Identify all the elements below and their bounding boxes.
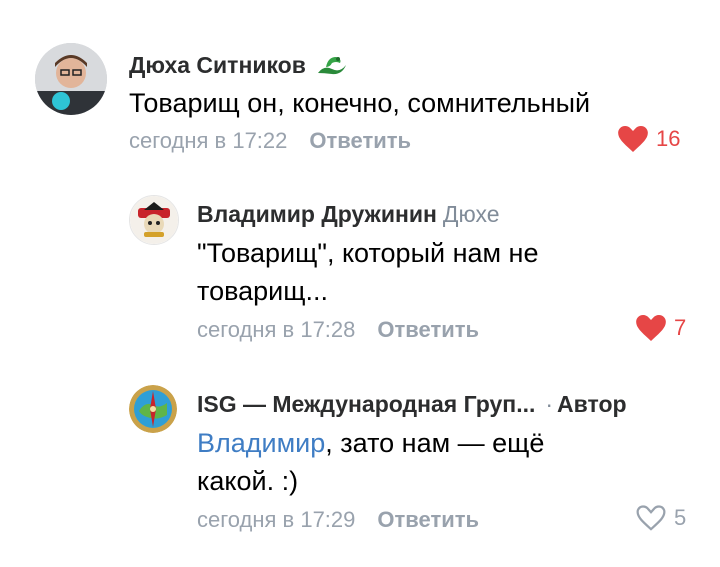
like-button[interactable]: 5 bbox=[636, 505, 686, 531]
text-rest: , зато нам — ещё bbox=[325, 428, 545, 458]
like-button[interactable]: 16 bbox=[618, 126, 680, 152]
comment-author: ISG — Международная Груп... · Автор bbox=[197, 391, 627, 418]
reply-button[interactable]: Ответить bbox=[377, 507, 479, 532]
text-line: "Товарищ", который нам не bbox=[197, 238, 539, 268]
author-name[interactable]: ISG — Международная Груп... bbox=[197, 391, 535, 417]
comment-meta: сегодня в 17:29 Ответить bbox=[197, 507, 479, 533]
author-badge: Автор bbox=[557, 391, 627, 417]
like-count: 7 bbox=[674, 315, 687, 340]
comment-text: Товарищ он, конечно, сомнительный bbox=[129, 88, 591, 118]
comment-text: "Товарищ", который нам не товарищ... bbox=[197, 234, 538, 310]
pirate-logo-icon bbox=[130, 196, 178, 244]
comment-text: Владимир, зато нам — ещё какой. :) bbox=[197, 424, 544, 500]
reply-to[interactable]: Дюхе bbox=[443, 201, 500, 227]
comment-meta: сегодня в 17:22 Ответить bbox=[129, 128, 411, 154]
mention-link[interactable]: Владимир bbox=[197, 428, 325, 458]
comment-time[interactable]: сегодня в 17:29 bbox=[197, 507, 355, 532]
heart-filled-icon bbox=[636, 315, 666, 341]
author-name[interactable]: Владимир Дружинин bbox=[197, 201, 437, 227]
comment-author[interactable]: Дюха Ситников bbox=[129, 51, 350, 79]
avatar[interactable] bbox=[129, 195, 179, 245]
reply-button[interactable]: Ответить bbox=[377, 317, 479, 342]
like-count: 5 bbox=[674, 505, 687, 530]
comment-author: Владимир Дружинин Дюхе bbox=[197, 201, 500, 228]
heart-filled-icon bbox=[618, 126, 648, 152]
like-button[interactable]: 7 bbox=[636, 315, 686, 341]
compass-logo-icon bbox=[129, 385, 177, 433]
reply-button[interactable]: Ответить bbox=[309, 128, 411, 153]
comment-meta: сегодня в 17:28 Ответить bbox=[197, 317, 479, 343]
avatar[interactable] bbox=[35, 43, 107, 115]
author-name[interactable]: Дюха Ситников bbox=[129, 52, 306, 78]
comment-time[interactable]: сегодня в 17:22 bbox=[129, 128, 287, 153]
separator-dot: · bbox=[545, 391, 554, 417]
text-line: товарищ... bbox=[197, 276, 328, 306]
dragon-badge-icon bbox=[318, 57, 347, 75]
user-photo-icon bbox=[35, 43, 107, 115]
comment-time[interactable]: сегодня в 17:28 bbox=[197, 317, 355, 342]
like-count: 16 bbox=[656, 126, 681, 151]
text-line: Владимир, зато нам — ещё bbox=[197, 424, 544, 462]
avatar[interactable] bbox=[129, 385, 177, 433]
text-line: какой. :) bbox=[197, 466, 299, 496]
heart-outline-icon bbox=[636, 505, 666, 531]
